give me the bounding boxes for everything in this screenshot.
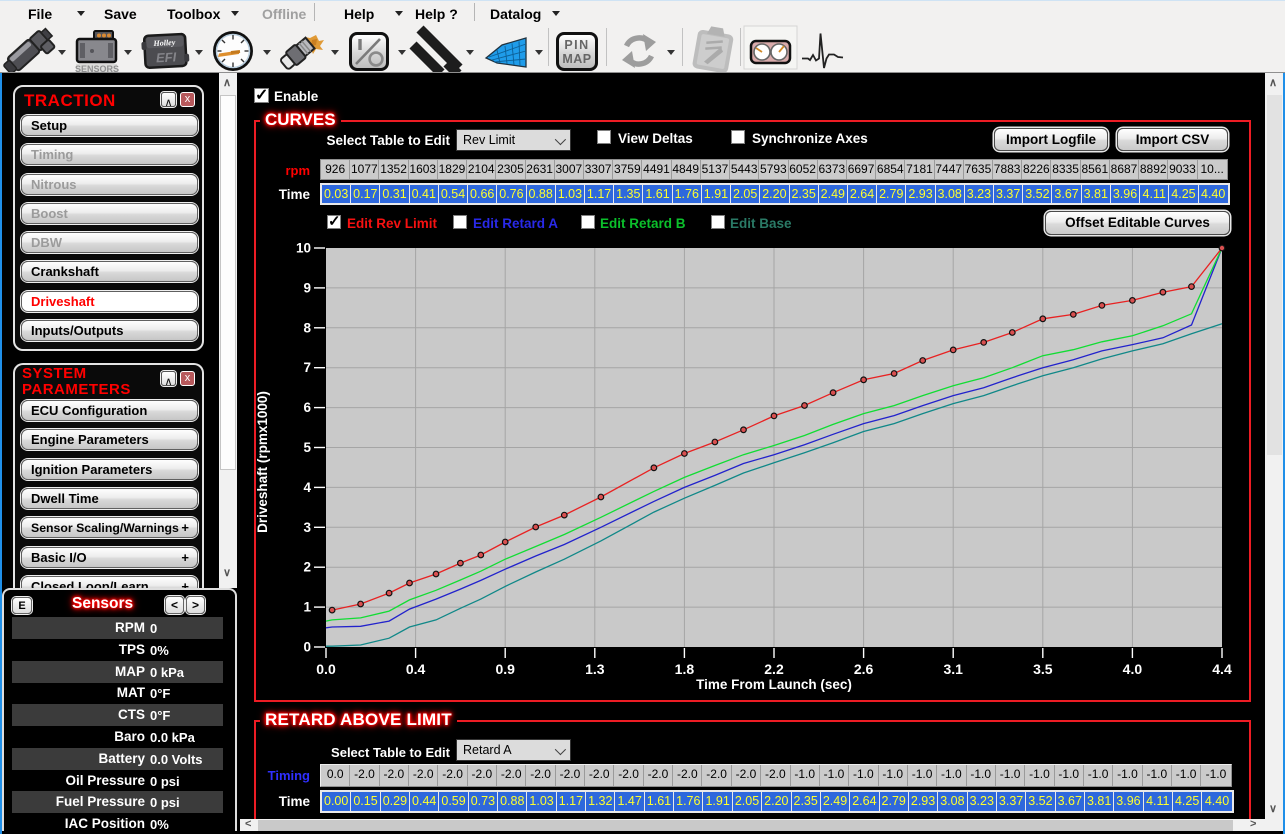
svg-text:SENSORS: SENSORS — [75, 64, 119, 72]
svg-text:PIN: PIN — [564, 38, 589, 52]
svg-text:Holley: Holley — [152, 38, 176, 48]
svg-text:MAP: MAP — [562, 52, 591, 66]
svg-text:EFI: EFI — [156, 49, 177, 65]
